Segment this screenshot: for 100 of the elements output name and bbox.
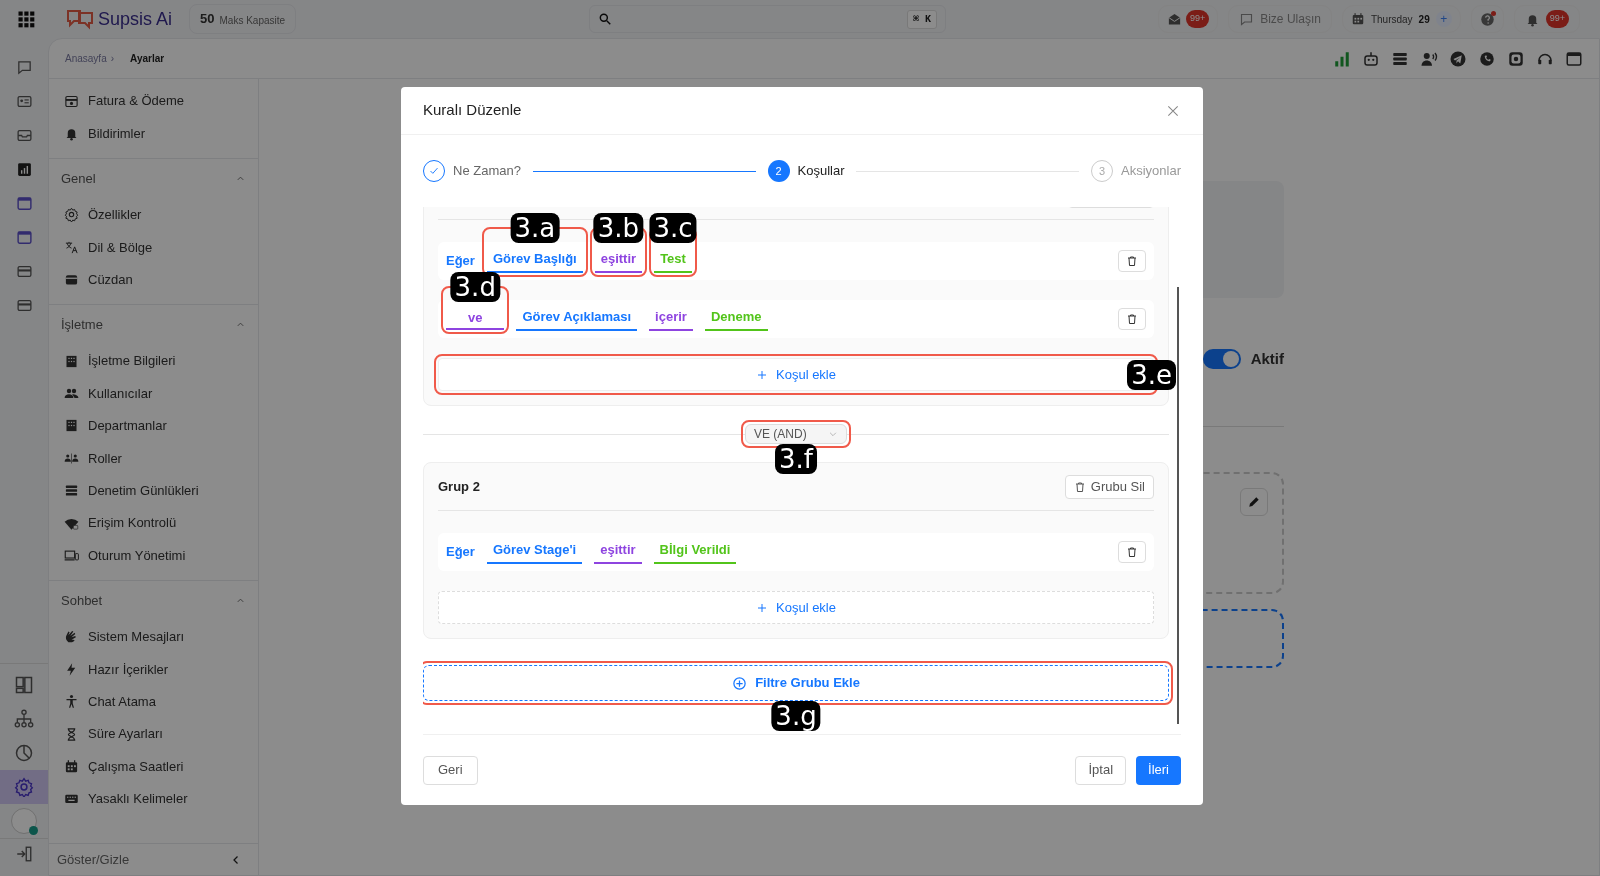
date-day: Thursday <box>1370 11 1413 27</box>
layout-icon <box>14 675 34 695</box>
logo-icon <box>66 8 94 30</box>
modal-title: Kuralı Düzenle <box>423 100 522 121</box>
sidebar-item[interactable]: Departmanlar <box>49 409 258 443</box>
plus-icon <box>756 601 768 614</box>
sidebar-item[interactable]: Kullanıcılar <box>49 377 258 410</box>
cancel-button[interactable]: İptal <box>1075 755 1127 785</box>
breadcrumb-separator: › <box>110 52 115 66</box>
sidebar-item[interactable]: Oturum Yönetimi <box>49 539 258 572</box>
step-label: Aksiyonlar <box>1121 162 1181 181</box>
group-title: Grup 2 <box>438 477 480 496</box>
sidebar-item[interactable]: Cüzdan <box>49 263 258 296</box>
operator-select[interactable]: içerir <box>649 307 693 331</box>
hierarchy-icon <box>14 709 34 729</box>
sidebar-item[interactable]: Özellikler <box>49 198 258 232</box>
add-condition-button[interactable]: Koşul ekle <box>438 591 1154 624</box>
paper-plane-icon <box>1449 49 1467 68</box>
signal-button[interactable] <box>1333 49 1351 68</box>
avatar[interactable] <box>11 808 37 834</box>
list-icon <box>64 483 79 499</box>
translate-icon <box>64 239 79 255</box>
search-icon <box>598 12 613 26</box>
invoice-icon <box>64 93 79 109</box>
section-header[interactable]: Genel <box>49 158 258 199</box>
operator-select[interactable]: VE (AND) <box>745 424 847 444</box>
camera-button[interactable] <box>1507 49 1525 68</box>
toggle-sidebar-button[interactable]: Göster/Gizle <box>49 843 258 875</box>
camera-icon <box>1507 49 1525 68</box>
building-icon <box>64 418 79 434</box>
field-select[interactable]: Görev Başlığı <box>486 249 583 273</box>
sidebar-item[interactable]: Çalışma Saatleri <box>49 750 258 783</box>
chat-icon <box>15 58 33 76</box>
sidebar-item[interactable]: Hazır İçerikler <box>49 653 258 686</box>
calendar-icon <box>64 758 79 774</box>
status-label: Aktif <box>1250 349 1284 369</box>
sidebar-item[interactable]: Chat Atama <box>49 685 258 718</box>
phone-bubble-button[interactable] <box>1478 49 1496 68</box>
delete-group-button[interactable]: Grubu Sil <box>1064 474 1154 499</box>
chart-icon <box>15 160 33 178</box>
logout-icon <box>15 844 33 863</box>
notification-badge: 99+ <box>1185 10 1210 28</box>
window-icon <box>15 194 33 212</box>
nav-button[interactable] <box>0 770 48 804</box>
breadcrumb-link[interactable]: Anasayfa <box>65 51 107 66</box>
sidebar-item[interactable]: Sistem Mesajları <box>49 620 258 654</box>
window-button[interactable] <box>1565 49 1583 68</box>
window-icon <box>15 228 33 246</box>
bell-icon <box>64 126 79 142</box>
connector-label: Eğer <box>446 252 475 271</box>
plus-icon <box>756 368 768 381</box>
sidebar-item[interactable]: Dil & Bölge <box>49 231 258 264</box>
breadcrumb-current: Ayarlar <box>130 52 165 66</box>
person-icon <box>64 694 79 710</box>
back-button[interactable]: Geri <box>423 755 478 785</box>
sidebar-item[interactable]: Roller <box>49 442 258 475</box>
robot-button[interactable] <box>1362 49 1380 68</box>
calendar-icon <box>1350 12 1365 26</box>
apps-icon <box>16 9 36 29</box>
step-label: Ne Zaman? <box>453 162 521 181</box>
sidebar-item[interactable]: Yasaklı Kelimeler <box>49 782 258 816</box>
delete-button[interactable] <box>1118 250 1146 272</box>
pie-chart-icon <box>14 743 34 763</box>
help-icon <box>1479 11 1495 27</box>
sidebar-item[interactable]: Fatura & Ödeme <box>49 85 258 118</box>
trash-icon <box>1126 255 1138 267</box>
trash-icon <box>1126 546 1138 558</box>
annotation-badge: 3.e <box>1127 359 1176 390</box>
add-group-button[interactable]: Filtre Grubu Ekle <box>423 665 1169 701</box>
connector-select[interactable]: ve <box>446 307 505 331</box>
settings-icon <box>64 207 79 223</box>
section-header[interactable]: İşletme <box>49 304 258 345</box>
plus-circle-icon <box>732 675 748 691</box>
delete-button[interactable] <box>1118 308 1146 330</box>
paper-plane-button[interactable] <box>1449 49 1467 68</box>
field-select[interactable]: Görev Açıklaması <box>516 307 638 331</box>
phone-bubble-icon <box>1478 49 1496 68</box>
step-label: Koşullar <box>797 162 845 181</box>
date-number: 29 <box>1418 12 1430 27</box>
wallet-icon <box>64 272 79 288</box>
sidebar-item[interactable]: Bildirimler <box>49 117 258 150</box>
sidebar-item[interactable]: İşletme Bilgileri <box>49 344 258 378</box>
operator-select[interactable]: eşittir <box>594 540 642 564</box>
sidebar-item[interactable]: Süre Ayarları <box>49 717 258 751</box>
section-header[interactable]: Sohbet <box>49 580 258 621</box>
building-icon <box>64 353 79 369</box>
edit-button[interactable] <box>1240 487 1268 516</box>
step-indicator: 2 <box>767 160 790 182</box>
sidebar-item[interactable]: Denetim Günlükleri <box>49 474 258 507</box>
annotation-badge: 3.g <box>771 701 821 731</box>
search-field[interactable]: ⌘ K <box>589 5 947 33</box>
next-button[interactable]: İleri <box>1136 755 1181 785</box>
operator-select[interactable]: eşittir <box>594 249 643 273</box>
window-icon <box>1565 49 1583 68</box>
sidebar-item[interactable]: Erişim Kontrolü <box>49 506 258 540</box>
capacity-badge: 50 Maks Kapasite <box>189 4 297 34</box>
field-select[interactable]: Görev Stage'i <box>486 540 583 564</box>
trash-icon <box>1073 480 1086 493</box>
toggle-switch[interactable] <box>1202 349 1241 370</box>
delete-button[interactable] <box>1118 541 1146 563</box>
